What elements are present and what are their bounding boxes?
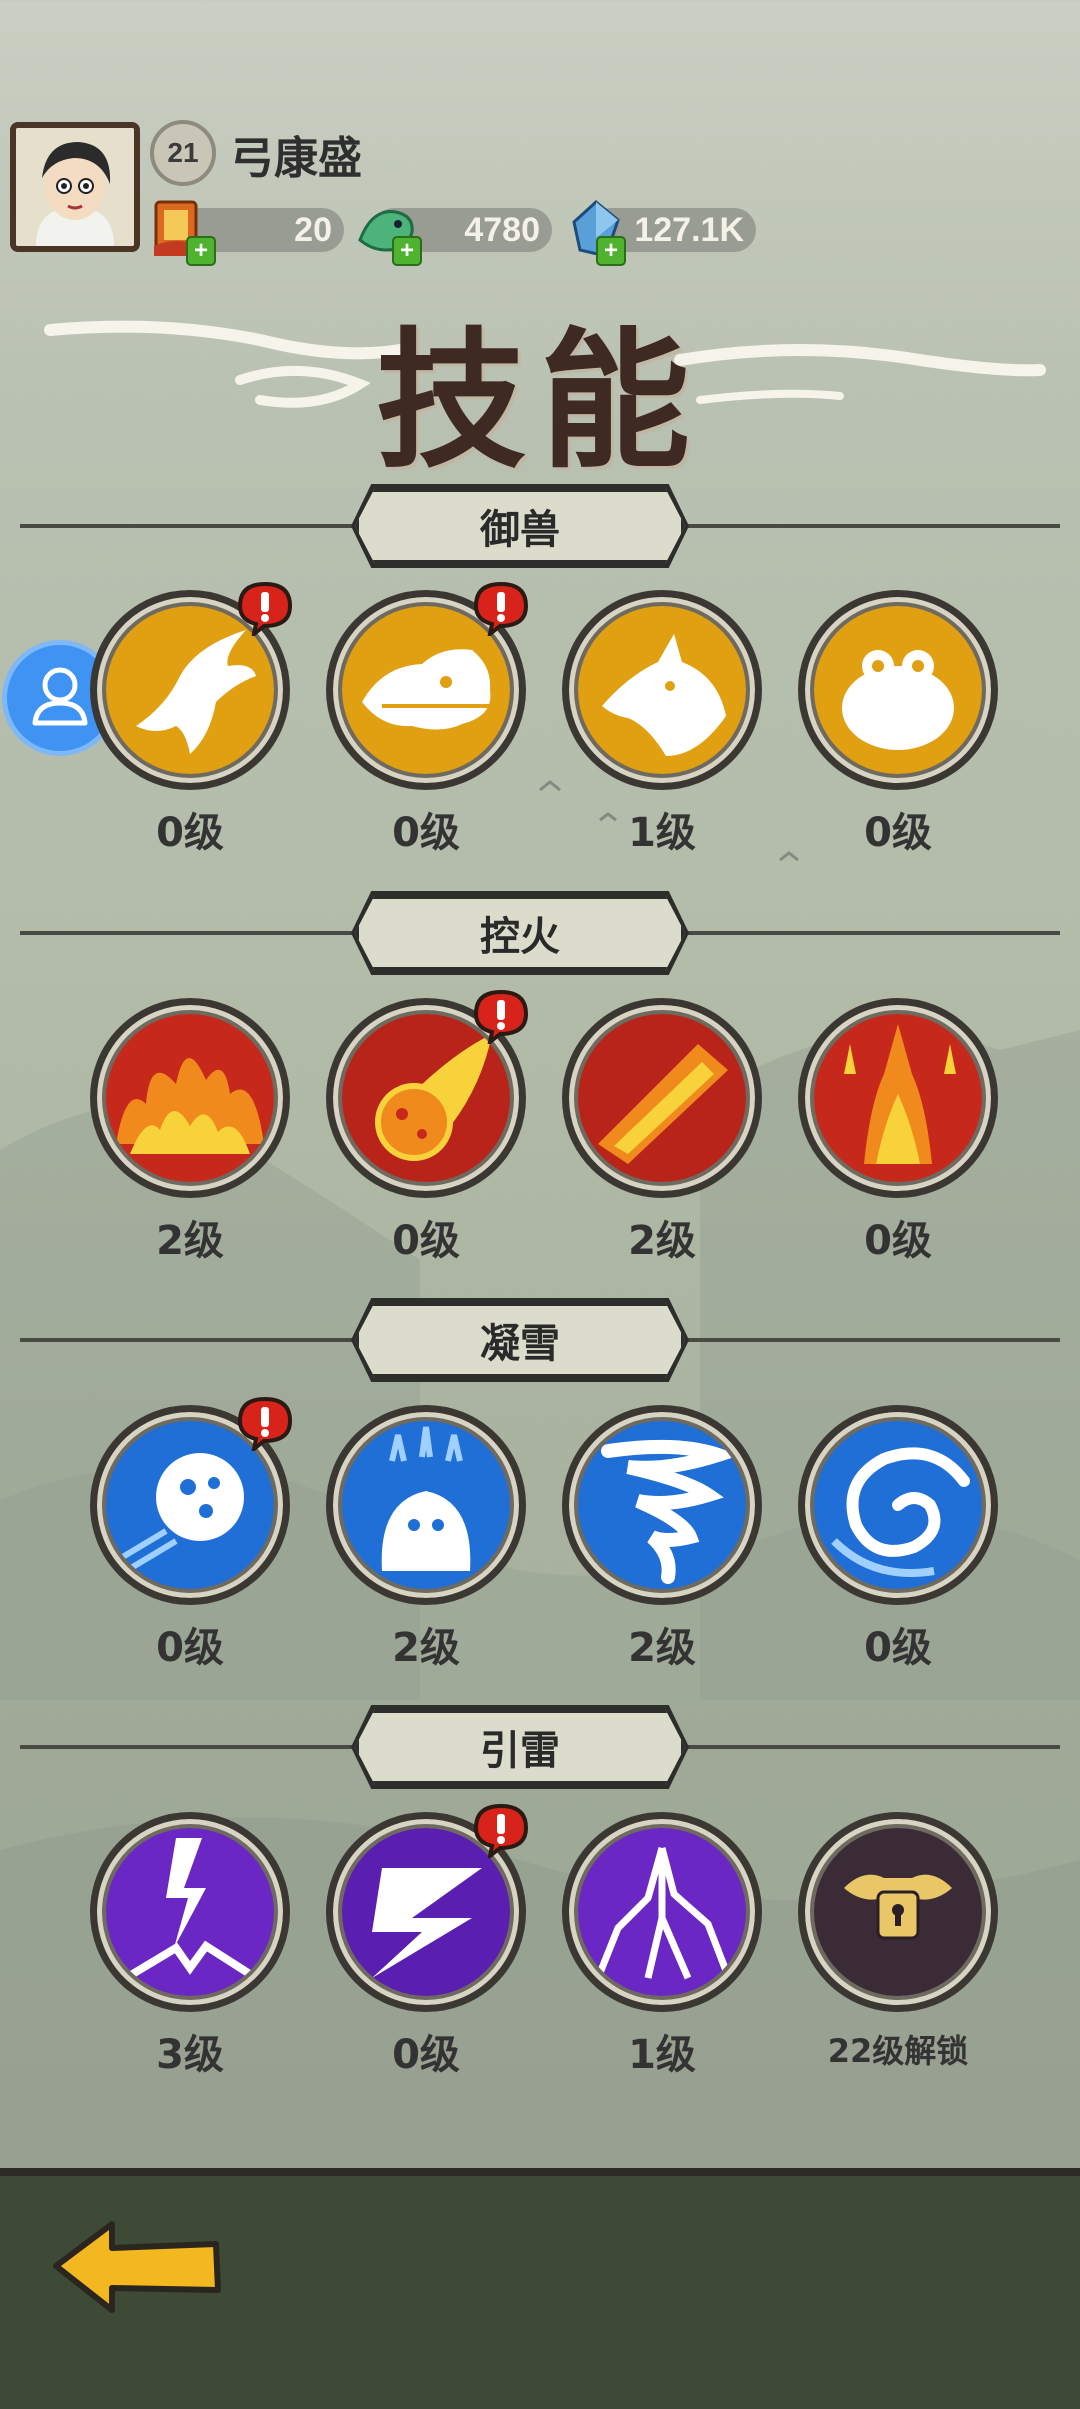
alert-icon: [473, 1804, 529, 1858]
skill-level: 0级: [864, 1625, 932, 1671]
section-label: 凝雪: [355, 1302, 685, 1378]
back-arrow-button[interactable]: [48, 2210, 228, 2320]
add-crystal-button[interactable]: +: [596, 236, 626, 266]
skill-unlock-requirement: 22级解锁: [827, 2032, 969, 2070]
skill-level: 1级: [628, 2032, 696, 2078]
player-level-badge: 21: [150, 120, 216, 186]
alert-icon: [237, 582, 293, 636]
skill-level: 2级: [628, 1625, 696, 1671]
skill-level: 0级: [392, 2032, 460, 2078]
skill-level: 2级: [156, 1218, 224, 1264]
player-avatar[interactable]: [10, 122, 140, 252]
wolf-icon: [578, 606, 746, 774]
thunderstorm-icon: [578, 1828, 746, 1996]
skill-level: 0级: [864, 810, 932, 856]
skill-level: 2级: [628, 1218, 696, 1264]
section-header-beast: 御兽: [0, 484, 1080, 568]
skill-level: 1级: [628, 810, 696, 856]
section-header-fire: 控火: [0, 891, 1080, 975]
add-jade-button[interactable]: +: [392, 236, 422, 266]
blizzard-vortex-icon: [814, 1421, 982, 1589]
scroll-pack-value: 20: [294, 210, 332, 249]
skill-level: 0级: [392, 810, 460, 856]
flame-wall-icon: [106, 1014, 274, 1182]
section-label: 引雷: [355, 1709, 685, 1785]
skill-level: 0级: [392, 1218, 460, 1264]
section-label: 御兽: [355, 488, 685, 564]
player-name: 弓康盛: [230, 133, 362, 184]
section-header-ice: 凝雪: [0, 1298, 1080, 1382]
section-label: 控火: [355, 895, 685, 971]
alert-icon: [473, 990, 529, 1044]
frost-spirit-icon: [342, 1421, 510, 1589]
toad-icon: [814, 606, 982, 774]
ice-tornado-icon: [578, 1421, 746, 1589]
skill-level: 3级: [156, 2032, 224, 2078]
alert-icon: [237, 1397, 293, 1451]
fire-beam-icon: [578, 1014, 746, 1182]
jade-value: 4780: [464, 210, 540, 249]
fire-pillar-icon: [814, 1014, 982, 1182]
skill-level: 2级: [392, 1625, 460, 1671]
crystal-value: 127.1K: [634, 210, 744, 249]
lightning-strike-icon: [106, 1828, 274, 1996]
skill-level: 0级: [156, 1625, 224, 1671]
page-title: 技能: [375, 313, 704, 489]
portrait-image: [16, 128, 134, 246]
skill-level: 0级: [156, 810, 224, 856]
lock-icon: [814, 1828, 982, 1996]
skill-level: 0级: [864, 1218, 932, 1264]
alert-icon: [473, 582, 529, 636]
section-header-thunder: 引雷: [0, 1705, 1080, 1789]
add-scroll-pack-button[interactable]: +: [186, 236, 216, 266]
